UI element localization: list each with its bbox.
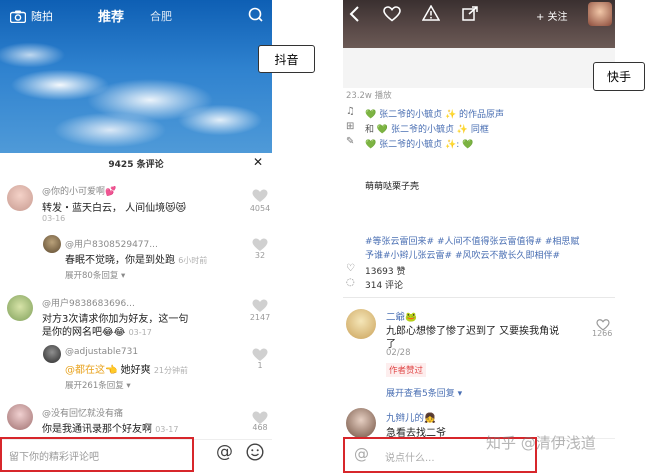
input-placeholder: 说点什么... bbox=[385, 453, 435, 464]
duet-line[interactable]: 和 💚 张二爷的小毓贞 ✨ 同框 bbox=[365, 122, 489, 135]
nav-recommend[interactable]: 推荐 bbox=[98, 6, 124, 25]
label-douyin: 抖音 bbox=[258, 45, 315, 73]
emoji-icon[interactable] bbox=[246, 443, 264, 465]
back-icon[interactable] bbox=[348, 6, 360, 26]
search-icon[interactable] bbox=[248, 7, 263, 26]
comment-text: 春眠不觉晓，你是到处跑 6小时前 bbox=[65, 255, 208, 266]
nav-local[interactable]: 合肥 bbox=[150, 8, 172, 24]
likes-count: 13693 赞 bbox=[365, 267, 406, 277]
avatar[interactable] bbox=[346, 408, 376, 438]
comment-username[interactable]: @adjustable731 bbox=[65, 347, 138, 357]
original-sound-line[interactable]: 💚 张二爷的小毓贞 ✨ 的作品原声 bbox=[365, 107, 504, 120]
like-count: 2147 bbox=[249, 313, 271, 322]
at-icon[interactable]: @ bbox=[216, 442, 233, 462]
comment-icon: ◌ bbox=[346, 277, 355, 288]
avatar[interactable] bbox=[7, 404, 33, 430]
video-bottom-area bbox=[343, 48, 615, 88]
comment-username[interactable]: @没有回忆就没有痛 bbox=[42, 406, 123, 419]
heart-outline-icon[interactable] bbox=[383, 6, 401, 26]
comment-count-header: 9425 条评论 bbox=[108, 160, 164, 170]
input-placeholder: 留下你的精彩评论吧 bbox=[9, 452, 99, 463]
avatar[interactable] bbox=[7, 185, 33, 211]
comment-text: 九郎心想惨了惨了迟到了 又要挨我角说 bbox=[386, 326, 560, 337]
comment-text: 你是我通讯录那个好友啊 03-17 bbox=[42, 424, 179, 435]
expand-replies[interactable]: 展开80条回复 ▾ bbox=[65, 269, 125, 281]
divider bbox=[343, 297, 615, 298]
play-count: 23.2w 播放 bbox=[346, 91, 392, 101]
like-count: 1266 bbox=[592, 329, 613, 338]
camera-icon[interactable] bbox=[9, 8, 27, 27]
comment-username[interactable]: 二爺🐸 bbox=[386, 309, 417, 323]
avatar[interactable] bbox=[346, 309, 376, 339]
comment-date: 02/28 bbox=[386, 348, 411, 358]
comment-text: 是你的网名吧😂😂 03-17 bbox=[42, 327, 152, 338]
edit-icon: ✎ bbox=[346, 136, 355, 147]
music-note-icon: ♫ bbox=[346, 106, 355, 117]
close-icon[interactable]: ✕ bbox=[253, 155, 263, 169]
comment-time: 03-16 bbox=[42, 214, 66, 223]
avatar[interactable] bbox=[7, 295, 33, 321]
warning-icon[interactable] bbox=[421, 4, 441, 25]
comment-username[interactable]: @用户8308529477... bbox=[65, 237, 158, 250]
like-count: 32 bbox=[254, 251, 266, 260]
avatar[interactable] bbox=[43, 345, 61, 363]
watermark: 知乎 @清伊浅道 bbox=[486, 434, 596, 452]
author-liked-badge: 作者赞过 bbox=[386, 363, 427, 377]
expand-replies[interactable]: 展开查看5条回复 ▾ bbox=[386, 386, 462, 399]
duet-icon: ⊞ bbox=[346, 121, 355, 132]
author-line[interactable]: 💚 张二爷的小毓贞 ✨: 💚 bbox=[365, 137, 473, 150]
nav-suipai[interactable]: 随拍 bbox=[31, 8, 53, 24]
label-kuaishou: 快手 bbox=[593, 62, 645, 91]
expand-replies[interactable]: 展开261条回复 ▾ bbox=[65, 379, 131, 391]
at-icon[interactable]: @ bbox=[354, 445, 369, 463]
comment-username[interactable]: @用户9838683696... bbox=[42, 296, 135, 309]
comment-username[interactable]: @你的小可爱啊💕 bbox=[42, 184, 116, 197]
caption: 萌萌哒栗子壳 bbox=[365, 182, 420, 192]
like-icon: ♡ bbox=[346, 263, 355, 274]
follow-button[interactable]: + 关注 bbox=[536, 8, 568, 23]
like-count: 468 bbox=[252, 423, 268, 432]
share-icon[interactable] bbox=[462, 6, 478, 25]
like-count: 1 bbox=[257, 361, 263, 370]
comment-text: @都在这👈 她好爽 21分钟前 bbox=[65, 365, 189, 376]
author-avatar[interactable] bbox=[588, 2, 612, 26]
hashtags-line-2[interactable]: 予谁#小辫儿张云雷# #风吹云不散长久即相伴# bbox=[365, 248, 560, 261]
douyin-panel: 随拍 推荐 合肥 9425 条评论 ✕ @你的小可爱啊💕 转发・蓝天白云， 人间… bbox=[0, 0, 272, 473]
avatar[interactable] bbox=[43, 235, 61, 253]
comment-count: 314 评论 bbox=[365, 281, 404, 291]
comment-username[interactable]: 九辫儿的👧 bbox=[386, 410, 436, 424]
comment-text: 转发・蓝天白云， 人间仙境😻😻 bbox=[42, 203, 187, 214]
kuaishou-panel: + 关注 23.2w 播放 ♫ 💚 张二爷的小毓贞 ✨ 的作品原声 ⊞ 和 💚 … bbox=[343, 0, 615, 473]
label-douyin-text: 抖音 bbox=[274, 52, 299, 67]
label-kuaishou-text: 快手 bbox=[606, 70, 631, 84]
hashtags-line-1[interactable]: #等张云雷回来# #人间不值得张云雷值得# #相思赋 bbox=[365, 234, 579, 247]
like-count: 4054 bbox=[249, 204, 271, 213]
